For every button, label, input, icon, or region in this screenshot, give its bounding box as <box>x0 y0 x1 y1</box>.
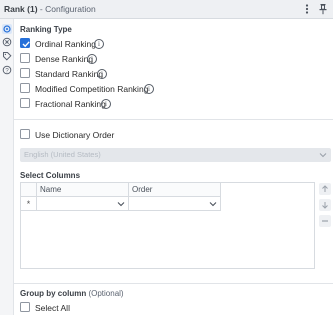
select-columns-heading: Select Columns <box>20 171 81 180</box>
dictionary-order-label: Use Dictionary Order <box>35 130 115 140</box>
select-all-checkbox[interactable] <box>20 302 30 312</box>
dense-ranking-label: Dense Ranking <box>35 54 94 64</box>
section-divider <box>14 119 333 120</box>
order-column-header: Order <box>129 183 221 197</box>
grid-corner-header <box>21 183 37 197</box>
chevron-down-icon <box>209 200 217 210</box>
group-by-optional: (Optional) <box>88 289 124 298</box>
titlebar: Rank (1) - Configuration <box>0 0 333 19</box>
gear-icon[interactable] <box>2 24 12 34</box>
fractional-ranking-checkbox[interactable] <box>20 98 30 108</box>
locale-dropdown-value: English (United States) <box>24 150 101 159</box>
left-icon-bar: ? <box>0 19 14 315</box>
info-icon[interactable]: i <box>144 84 154 94</box>
locale-dropdown[interactable]: English (United States) <box>20 148 331 162</box>
question-icon[interactable]: ? <box>2 65 12 75</box>
tag-icon[interactable] <box>2 51 12 61</box>
new-row-marker: * <box>21 197 37 211</box>
ranking-type-heading: Ranking Type <box>20 25 72 34</box>
info-icon[interactable]: i <box>87 54 97 64</box>
group-by-heading: Group by column (Optional) <box>20 289 124 298</box>
fractional-ranking-label: Fractional Ranking <box>35 99 106 109</box>
ordinal-ranking-label: Ordinal Ranking <box>35 39 96 49</box>
ordinal-ranking-checkbox[interactable] <box>20 38 30 48</box>
select-columns-grid: Name Order * <box>20 182 315 269</box>
info-icon[interactable]: i <box>94 39 104 49</box>
info-icon[interactable]: i <box>101 99 111 109</box>
name-column-header: Name <box>37 183 129 197</box>
chevron-down-icon <box>117 200 125 210</box>
remove-row-button[interactable] <box>319 215 331 227</box>
dictionary-order-checkbox[interactable] <box>20 129 30 139</box>
pin-icon[interactable] <box>318 3 328 15</box>
section-divider <box>14 283 333 284</box>
modified-competition-ranking-checkbox[interactable] <box>20 83 30 93</box>
vertical-dots-icon[interactable] <box>303 3 311 15</box>
window-title: Rank (1) - Configuration <box>4 4 96 14</box>
standard-ranking-label: Standard Ranking <box>35 69 104 79</box>
circle-x-icon[interactable] <box>2 37 12 47</box>
standard-ranking-checkbox[interactable] <box>20 68 30 78</box>
info-icon[interactable]: i <box>97 69 107 79</box>
modified-competition-ranking-label: Modified Competition Ranking <box>35 84 149 94</box>
order-cell-dropdown[interactable] <box>129 197 221 211</box>
dense-ranking-checkbox[interactable] <box>20 53 30 63</box>
window-title-text: Rank (1) <box>4 4 38 14</box>
select-all-label: Select All <box>35 303 70 313</box>
move-up-button[interactable] <box>319 183 331 195</box>
move-down-button[interactable] <box>319 199 331 211</box>
name-cell-dropdown[interactable] <box>37 197 129 211</box>
window-subtitle: - Configuration <box>39 4 96 14</box>
group-by-title: Group by column <box>20 289 87 298</box>
chevron-down-icon <box>319 151 327 161</box>
